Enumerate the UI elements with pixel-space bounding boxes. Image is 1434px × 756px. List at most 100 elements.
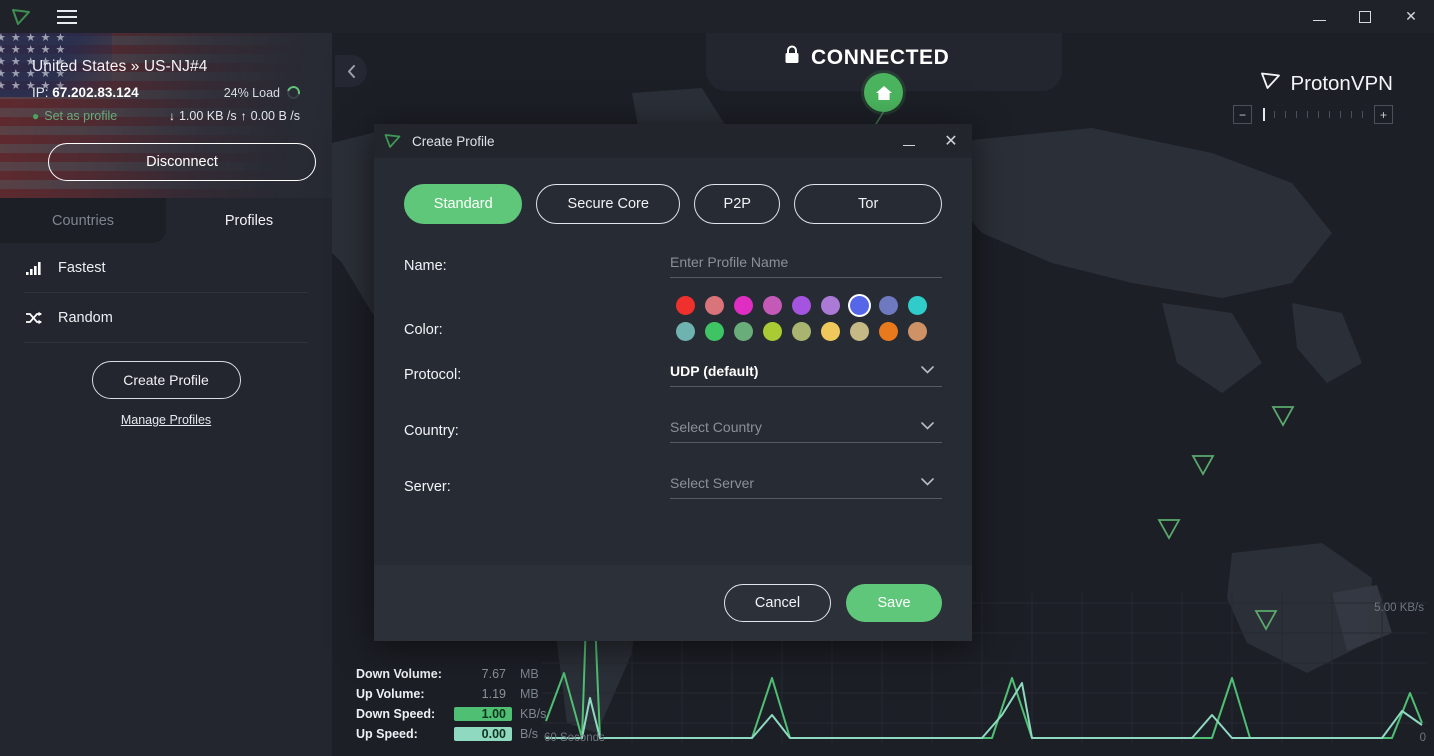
color-swatch[interactable] — [676, 322, 695, 341]
window-close-button[interactable]: ✕ — [1388, 0, 1434, 33]
zoom-out-button[interactable]: − — [1233, 105, 1252, 124]
dialog-minimize-button[interactable] — [888, 124, 930, 158]
color-swatch-row — [676, 322, 942, 341]
zoom-tick[interactable] — [1258, 105, 1269, 124]
profile-type-tor[interactable]: Tor — [794, 184, 942, 224]
color-swatch[interactable] — [705, 296, 724, 315]
cancel-button[interactable]: Cancel — [724, 584, 831, 622]
tab-profiles[interactable]: Profiles — [166, 198, 332, 243]
connection-card: ★★★★★ ★★★★★ ★★★★★ ★★★★★ ★★★★★ United States … — [0, 33, 332, 198]
color-swatch[interactable] — [879, 322, 898, 341]
zoom-tick[interactable] — [1291, 105, 1302, 124]
name-label: Name: — [404, 258, 447, 274]
server-label: Server: — [404, 479, 451, 495]
ip-value: 67.202.83.124 — [52, 85, 139, 100]
profile-type-standard[interactable]: Standard — [404, 184, 523, 224]
color-swatch[interactable] — [734, 296, 753, 315]
map-back-button[interactable] — [335, 55, 367, 87]
disconnect-button[interactable]: Disconnect — [48, 143, 316, 181]
profile-type-secure-core[interactable]: Secure Core — [536, 184, 681, 224]
server-load-text: 24% Load — [223, 85, 280, 100]
color-swatch[interactable] — [792, 322, 811, 341]
color-swatch[interactable] — [763, 296, 782, 315]
set-as-profile-link[interactable]: ● Set as profile — [32, 109, 117, 123]
color-swatch[interactable] — [763, 322, 782, 341]
chevron-down-icon — [921, 419, 934, 433]
color-swatch[interactable] — [908, 322, 927, 341]
manage-profiles-link[interactable]: Manage Profiles — [121, 413, 211, 427]
tab-countries[interactable]: Countries — [0, 198, 166, 243]
pin-icon: ● — [32, 109, 40, 123]
list-item-fastest[interactable]: Fastest — [24, 243, 308, 293]
brand-name: ProtonVPN — [1290, 71, 1393, 95]
zoom-tick[interactable] — [1313, 105, 1324, 124]
left-sidebar: ★★★★★ ★★★★★ ★★★★★ ★★★★★ ★★★★★ United States … — [0, 33, 332, 756]
create-profile-button[interactable]: Create Profile — [91, 361, 241, 399]
stat-row: Up Speed: 0.00 B/s — [356, 724, 556, 744]
graph-axis-right: 0 — [1419, 732, 1426, 744]
color-swatch[interactable] — [676, 296, 695, 315]
color-swatch[interactable] — [792, 296, 811, 315]
stat-row: Down Volume: 7.67 MB — [356, 664, 556, 684]
stat-label: Up Volume: — [356, 687, 425, 701]
chevron-down-icon — [921, 475, 934, 489]
country-select[interactable]: Select Country — [670, 419, 942, 443]
profile-name-input[interactable]: Enter Profile Name — [670, 254, 942, 278]
server-select[interactable]: Select Server — [670, 475, 942, 499]
brand-logo: ProtonVPN — [1260, 71, 1393, 96]
dialog-title: Create Profile — [412, 133, 495, 149]
profile-list: Fastest Random Create Profile Manage Pro… — [0, 243, 332, 427]
color-swatch[interactable] — [908, 296, 927, 315]
create-profile-area: Create Profile Manage Profiles — [24, 343, 308, 427]
zoom-tick[interactable] — [1357, 105, 1368, 124]
field-row-country: Country: Select Country — [404, 419, 942, 443]
stat-label: Up Speed: — [356, 727, 418, 741]
window-maximize-button[interactable] — [1342, 0, 1388, 33]
save-button[interactable]: Save — [846, 584, 942, 622]
protocol-label: Protocol: — [404, 367, 462, 383]
set-as-profile-label: Set as profile — [44, 109, 118, 123]
zoom-in-button[interactable]: + — [1374, 105, 1393, 124]
protonvpn-logo-icon — [384, 133, 406, 149]
window-titlebar: ✕ — [0, 0, 1434, 33]
protocol-select[interactable]: UDP (default) — [670, 363, 942, 387]
field-row-protocol: Protocol: UDP (default) — [404, 363, 942, 387]
stat-label: Down Speed: — [356, 707, 436, 721]
zoom-tick[interactable] — [1346, 105, 1357, 124]
profile-type-p2p[interactable]: P2P — [694, 184, 781, 224]
stat-unit: MB — [520, 667, 539, 681]
zoom-tick[interactable] — [1280, 105, 1291, 124]
zoom-slider-track[interactable] — [1258, 105, 1368, 124]
hamburger-menu-icon[interactable] — [50, 5, 84, 29]
field-row-name: Name: Enter Profile Name — [404, 254, 942, 278]
graph-axis-left: 60 Seconds — [544, 732, 605, 744]
home-marker[interactable] — [864, 73, 903, 112]
ip-label: IP: — [32, 85, 49, 100]
color-swatch[interactable] — [821, 322, 840, 341]
color-swatch[interactable] — [705, 322, 724, 341]
list-item-random[interactable]: Random — [24, 293, 308, 343]
create-profile-dialog: Create Profile ✕ Standard Secure Core P2… — [374, 124, 972, 641]
color-swatch[interactable] — [879, 296, 898, 315]
color-swatch[interactable] — [734, 322, 753, 341]
stat-row: Up Volume: 1.19 MB — [356, 684, 556, 704]
connection-status: CONNECTED — [784, 45, 949, 70]
zoom-tick[interactable] — [1269, 105, 1280, 124]
zoom-tick[interactable] — [1324, 105, 1335, 124]
zoom-tick[interactable] — [1302, 105, 1313, 124]
protonvpn-logo-icon — [8, 6, 34, 28]
profile-label: Fastest — [58, 259, 106, 276]
color-swatch[interactable] — [850, 322, 869, 341]
dialog-close-button[interactable]: ✕ — [930, 124, 972, 158]
color-swatch[interactable] — [821, 296, 840, 315]
server-load: 24% Load — [223, 83, 303, 102]
window-minimize-button[interactable] — [1296, 0, 1342, 33]
signal-bars-icon — [24, 261, 44, 275]
dialog-body: Standard Secure Core P2P Tor Name: Enter… — [374, 158, 972, 565]
map-zoom-control[interactable]: − + — [1233, 105, 1393, 124]
stat-label: Down Volume: — [356, 667, 442, 681]
zoom-tick[interactable] — [1335, 105, 1346, 124]
color-swatch-selected[interactable] — [850, 296, 869, 315]
stat-unit: KB/s — [520, 707, 547, 721]
stat-value: 1.00 — [454, 707, 512, 721]
